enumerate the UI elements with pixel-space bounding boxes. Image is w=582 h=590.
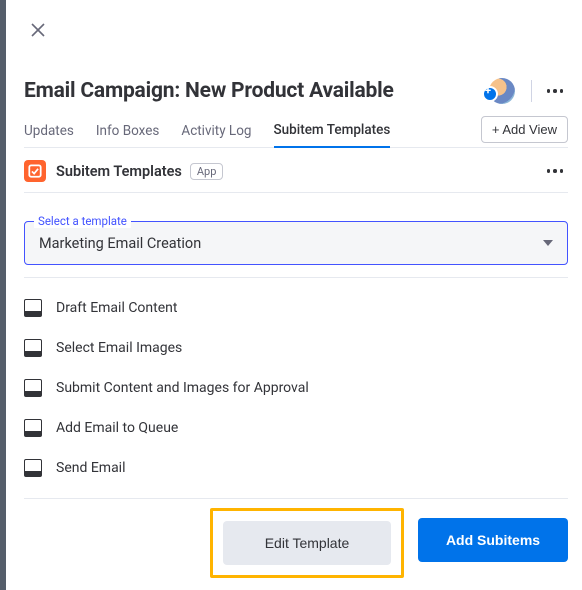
section-title: Subitem Templates (56, 163, 182, 180)
template-select-label: Select a template (34, 214, 131, 228)
section-header: Subitem Templates App (24, 156, 568, 186)
list-item[interactable]: Submit Content and Images for Approval (24, 368, 568, 408)
template-select-value: Marketing Email Creation (39, 235, 543, 252)
divider (24, 277, 568, 278)
tab-subitem-templates[interactable]: Subitem Templates (274, 122, 391, 148)
panel: Email Campaign: New Product Available Up… (6, 0, 582, 590)
subitem-icon (24, 339, 42, 357)
section-more-icon[interactable] (542, 158, 568, 184)
subitem-label: Draft Email Content (56, 300, 177, 316)
more-menu-icon[interactable] (542, 78, 568, 104)
subitem-label: Submit Content and Images for Approval (56, 380, 309, 396)
chevron-down-icon (543, 240, 553, 246)
add-subitems-button[interactable]: Add Subitems (418, 518, 568, 562)
tab-activity-log[interactable]: Activity Log (181, 123, 251, 147)
subitem-label: Add Email to Queue (56, 420, 178, 436)
app-badge: App (190, 163, 224, 180)
separator (531, 80, 532, 102)
list-item[interactable]: Send Email (24, 448, 568, 488)
highlight-annotation: Edit Template (210, 508, 404, 578)
list-item[interactable]: Add Email to Queue (24, 408, 568, 448)
divider (24, 498, 568, 499)
list-item[interactable]: Draft Email Content (24, 288, 568, 328)
subitem-icon (24, 379, 42, 397)
app-icon (24, 160, 46, 182)
subitem-icon (24, 419, 42, 437)
subitem-icon (24, 459, 42, 477)
tab-updates[interactable]: Updates (24, 123, 74, 147)
header: Email Campaign: New Product Available (24, 78, 568, 104)
add-view-button[interactable]: + Add View (481, 116, 568, 143)
divider (24, 192, 568, 193)
page-title: Email Campaign: New Product Available (24, 79, 489, 103)
subitem-list: Draft Email Content Select Email Images … (24, 288, 568, 488)
actions-row: Edit Template Add Subitems (24, 508, 568, 578)
avatar[interactable] (489, 78, 515, 104)
tabs: Updates Info Boxes Activity Log Subitem … (24, 116, 568, 148)
subitem-label: Send Email (56, 460, 126, 476)
list-item[interactable]: Select Email Images (24, 328, 568, 368)
subitem-label: Select Email Images (56, 340, 182, 356)
close-icon[interactable] (30, 22, 50, 42)
tab-info-boxes[interactable]: Info Boxes (96, 123, 160, 147)
edit-template-button[interactable]: Edit Template (223, 521, 391, 565)
template-select-wrap: Select a template Marketing Email Creati… (24, 202, 568, 265)
subitem-icon (24, 299, 42, 317)
